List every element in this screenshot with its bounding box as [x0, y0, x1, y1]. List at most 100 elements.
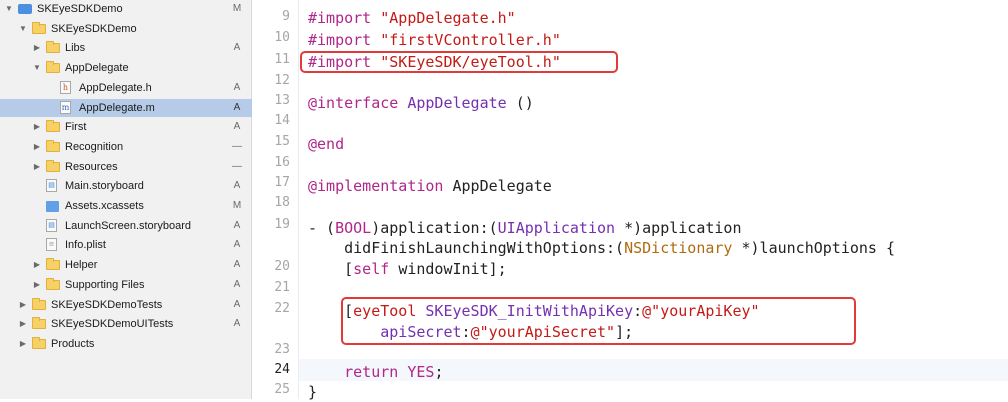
navigator-item[interactable]: ▶ Supporting Files A — [0, 276, 252, 294]
navigator-item[interactable]: ▼ SKEyeSDKDemo M — [0, 0, 252, 18]
code-token: *)launchOptions { — [741, 239, 896, 257]
line-number: 11 — [274, 52, 290, 67]
code-editor[interactable]: 9 #import "AppDelegate.h" 10 #import "first… — [252, 0, 1008, 402]
source-control-status-badge: A — [233, 42, 241, 54]
navigator-item[interactable]: ▶ Products — [0, 335, 252, 353]
navigator-item[interactable]: ▼ SKEyeSDKDemo — [0, 20, 252, 38]
disclosure-expanded-icon[interactable]: ▼ — [32, 59, 42, 77]
code-line[interactable]: apiSecret:@"yourApiSecret"]; — [308, 322, 633, 342]
code-token: [ — [308, 302, 354, 320]
folder-icon — [46, 41, 60, 54]
line-number: 12 — [274, 73, 290, 88]
code-token: windowInit]; — [398, 260, 507, 278]
code-token: return YES — [344, 363, 435, 381]
navigator-item[interactable]: Assets.xcassets M — [0, 197, 252, 215]
code-token: "SKEyeSDK/eyeTool.h" — [380, 53, 561, 71]
navigator-item[interactable]: ▶ SKEyeSDKDemoUITests A — [0, 315, 252, 333]
code-token: #import — [308, 9, 381, 27]
code-token: : — [633, 302, 643, 320]
folder-icon — [46, 139, 60, 152]
line-number: 10 — [274, 30, 290, 45]
code-token: } — [308, 383, 318, 401]
line-number: 20 — [274, 259, 290, 274]
code-token: NSDictionary — [624, 239, 742, 257]
navigator-item[interactable]: ▤ Main.storyboard A — [0, 177, 252, 195]
source-control-status-badge: A — [233, 180, 241, 192]
code-line[interactable]: #import "firstVController.h" — [308, 30, 561, 50]
navigator-item[interactable]: m AppDelegate.m A — [0, 98, 252, 117]
disclosure-collapsed-icon[interactable]: ▶ — [18, 335, 28, 353]
code-line[interactable]: - (BOOL)application:(UIApplication *)app… — [308, 218, 742, 238]
code-line[interactable]: #import "SKEyeSDK/eyeTool.h" — [308, 52, 561, 72]
navigator-item[interactable]: ▼ AppDelegate — [0, 59, 252, 77]
code-token: eyeTool — [353, 302, 426, 320]
disclosure-collapsed-icon[interactable]: ▶ — [32, 256, 42, 274]
folder-icon — [46, 277, 60, 290]
storyboard-file-icon: ▤ — [46, 179, 57, 193]
code-line[interactable]: @implementation AppDelegate — [308, 176, 552, 196]
disclosure-collapsed-icon[interactable]: ▶ — [32, 118, 42, 136]
code-token: self — [353, 260, 399, 278]
source-control-status-badge: — — [232, 160, 242, 172]
code-line[interactable]: @end — [308, 134, 344, 154]
code-line[interactable]: @interface AppDelegate () — [308, 93, 534, 113]
code-line[interactable]: didFinishLaunchingWithOptions:(NSDiction… — [308, 238, 895, 258]
project-navigator: ▼ SKEyeSDKDemo M ▼ SKEyeSDKDemo ▶ Libs A ▼ AppDel… — [0, 0, 252, 399]
navigator-item[interactable]: ▶ Recognition — — [0, 138, 252, 156]
navigator-item[interactable]: h AppDelegate.h A — [0, 79, 252, 97]
disclosure-collapsed-icon[interactable]: ▶ — [32, 138, 42, 156]
navigator-item-label: LaunchScreen.storyboard — [65, 219, 191, 232]
gutter-divider — [298, 0, 299, 399]
code-line[interactable]: #import "AppDelegate.h" — [308, 8, 516, 28]
source-control-status-badge: A — [233, 239, 241, 251]
navigator-item-label: Libs — [65, 42, 86, 55]
disclosure-expanded-icon[interactable]: ▼ — [4, 0, 14, 18]
line-number: 13 — [274, 93, 290, 108]
line-number: 24 — [274, 362, 290, 377]
line-number: 23 — [274, 342, 290, 357]
disclosure-collapsed-icon[interactable]: ▶ — [32, 276, 42, 294]
code-token: BOOL — [335, 219, 372, 237]
navigator-item[interactable]: ▤ LaunchScreen.storyboard A — [0, 217, 252, 235]
disclosure-collapsed-icon[interactable]: ▶ — [32, 158, 42, 176]
code-token: @"yourApiKey" — [642, 302, 760, 320]
navigator-item-label: AppDelegate — [65, 62, 129, 75]
navigator-item[interactable]: ▶ First A — [0, 118, 252, 136]
disclosure-collapsed-icon[interactable]: ▶ — [18, 296, 28, 314]
navigator-item[interactable]: ▶ Helper A — [0, 256, 252, 274]
source-file-icon: m — [60, 100, 71, 114]
source-control-status-badge: M — [232, 200, 242, 211]
disclosure-collapsed-icon[interactable]: ▶ — [32, 39, 42, 57]
folder-icon — [46, 120, 60, 133]
navigator-item-label: Recognition — [65, 140, 124, 153]
code-token: [ — [308, 260, 354, 278]
plist-file-icon: ≡ — [46, 238, 57, 252]
folder-icon — [32, 21, 46, 34]
navigator-item-label: Main.storyboard — [65, 180, 144, 193]
code-token: @"yourApiSecret" — [470, 323, 616, 341]
navigator-item[interactable]: ▶ SKEyeSDKDemoTests A — [0, 296, 252, 314]
navigator-item-label: First — [65, 121, 87, 134]
navigator-item-label: Products — [51, 337, 95, 350]
code-token: ]; — [615, 323, 634, 341]
navigator-item-label: Helper — [65, 259, 98, 272]
code-token: #import — [308, 53, 381, 71]
code-line[interactable]: return YES; — [308, 362, 443, 382]
code-line[interactable]: } — [308, 382, 317, 402]
disclosure-expanded-icon[interactable]: ▼ — [18, 20, 28, 38]
navigator-item[interactable]: ≡ Info.plist A — [0, 236, 252, 254]
code-token: AppDelegate — [407, 94, 516, 112]
code-line[interactable]: [self windowInit]; — [308, 259, 507, 279]
code-token: @implementation — [308, 177, 453, 195]
source-control-status-badge: A — [233, 259, 241, 271]
code-token: @interface — [308, 94, 408, 112]
source-control-status-badge: M — [232, 3, 242, 14]
code-token: ; — [434, 363, 444, 381]
code-line[interactable]: [eyeTool SKEyeSDK_InitWithApiKey:@"yourA… — [308, 301, 760, 321]
navigator-item[interactable]: ▶ Libs A — [0, 39, 252, 57]
disclosure-collapsed-icon[interactable]: ▶ — [18, 315, 28, 333]
navigator-item[interactable]: ▶ Resources — — [0, 158, 252, 176]
folder-icon — [32, 297, 46, 310]
